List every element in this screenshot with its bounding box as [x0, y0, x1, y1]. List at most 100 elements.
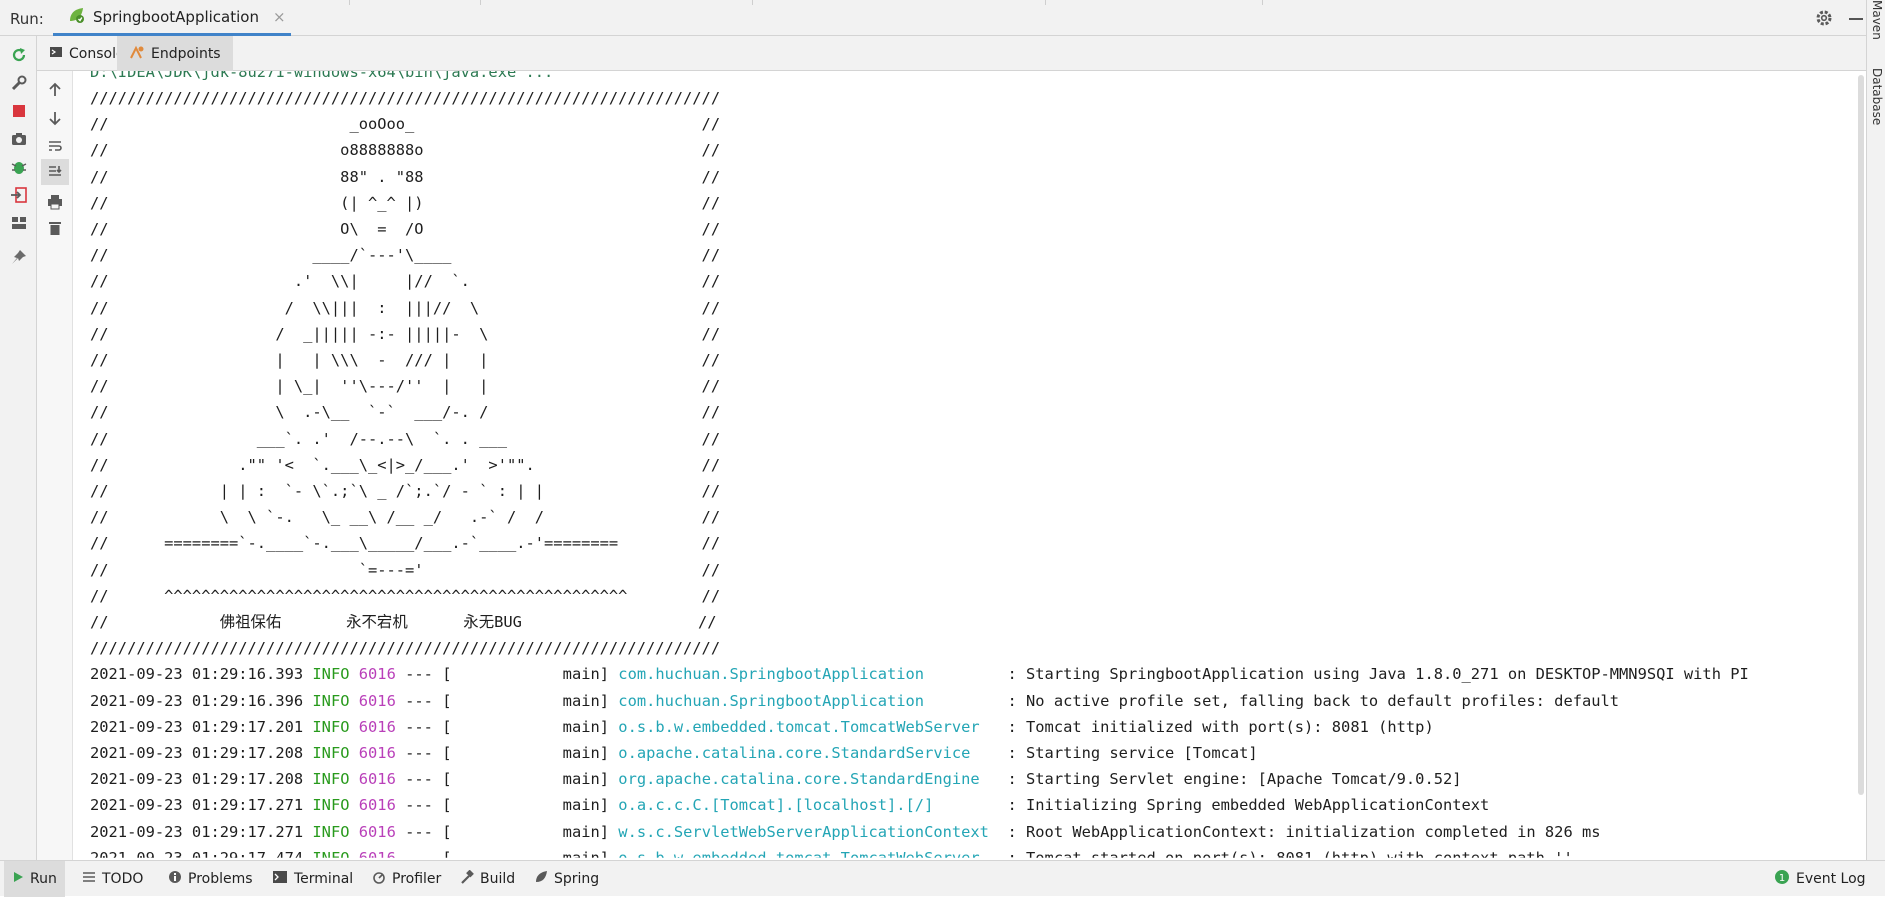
log-thread: main]	[460, 717, 610, 736]
log-line: 2021-09-23 01:29:17.208 INFO 6016 --- [ …	[90, 740, 1258, 766]
banner-line: // / \\||| : |||// \ //	[90, 298, 721, 317]
log-pid: 6016	[358, 744, 396, 762]
log-message: : No active profile set, falling back to…	[1007, 691, 1620, 710]
log-level: INFO	[312, 717, 350, 736]
divider	[1262, 0, 1263, 5]
log-separator: --- [	[405, 848, 452, 860]
log-level: INFO	[312, 770, 350, 789]
log-line: 2021-09-23 01:29:17.208 INFO 6016 --- [ …	[90, 766, 1462, 792]
database-tool-button[interactable]: Database	[1870, 68, 1884, 125]
banner-line: // \ .-\__ `-` ___/-. / //	[90, 403, 721, 422]
tool-profiler[interactable]: Profiler	[364, 861, 449, 897]
tab-endpoints-label: Endpoints	[151, 45, 221, 62]
tool-terminal[interactable]: Terminal	[264, 861, 361, 897]
log-level: INFO	[312, 822, 350, 841]
log-separator: --- [	[405, 796, 452, 815]
log-logger[interactable]: o.s.b.w.embedded.tomcat.TomcatWebServer	[618, 849, 998, 858]
hammer-icon	[460, 869, 474, 888]
tool-spring[interactable]: Spring	[526, 861, 607, 897]
tool-event-log[interactable]: 1 Event Log	[1766, 861, 1874, 897]
exit-icon[interactable]	[8, 184, 30, 206]
log-level: INFO	[312, 744, 350, 762]
log-pid: 6016	[358, 796, 396, 815]
svg-text:1: 1	[1779, 873, 1785, 884]
log-logger[interactable]: o.a.c.c.C.[Tomcat].[localhost].[/]	[618, 796, 998, 814]
stop-icon[interactable]	[8, 100, 30, 122]
spring-leaf-icon	[534, 870, 548, 888]
arrow-down-icon[interactable]	[44, 107, 66, 129]
log-thread: main]	[460, 744, 610, 762]
console-output[interactable]: D:\IDEA\JDK\jdk-8u271-windows-x64\bin\ja…	[74, 71, 1866, 860]
trash-icon[interactable]	[44, 217, 66, 239]
camera-icon[interactable]	[8, 128, 30, 150]
log-thread: main]	[460, 691, 610, 710]
log-timestamp: 2021-09-23 01:29:17.208	[90, 744, 304, 762]
tool-run[interactable]: Run	[4, 861, 65, 897]
console-icon	[49, 45, 63, 63]
log-thread: main]	[460, 770, 610, 789]
tool-problems[interactable]: Problems	[160, 861, 261, 897]
log-level: INFO	[312, 848, 350, 860]
banner-line: // .' \\| |// `. //	[90, 272, 721, 291]
log-logger[interactable]: o.apache.catalina.core.StandardService	[618, 744, 998, 762]
log-timestamp: 2021-09-23 01:29:16.393	[90, 665, 304, 684]
log-thread: main]	[460, 822, 610, 841]
log-level: INFO	[312, 796, 350, 815]
debug-bug-icon[interactable]	[8, 156, 30, 178]
tab-endpoints[interactable]: Endpoints	[117, 36, 233, 71]
pin-icon[interactable]	[8, 246, 30, 268]
run-icon	[12, 871, 24, 887]
minimize-icon[interactable]	[1849, 18, 1863, 20]
log-logger[interactable]: w.s.c.ServletWebServerApplicationContext	[618, 823, 998, 841]
tool-window-bar: Run TODO Problems Terminal Profiler Buil…	[0, 860, 1885, 897]
print-icon[interactable]	[44, 191, 66, 213]
arrow-up-icon[interactable]	[44, 79, 66, 101]
wrench-icon[interactable]	[8, 72, 30, 94]
banner-line: // o8888888o //	[90, 141, 721, 160]
log-line: 2021-09-23 01:29:16.393 INFO 6016 --- [ …	[90, 661, 1749, 687]
banner-line: // _ooOoo_ //	[90, 115, 721, 134]
log-logger[interactable]: org.apache.catalina.core.StandardEngine	[618, 770, 998, 788]
banner-line: // (| ^_^ |) //	[90, 193, 721, 212]
log-message: : Initializing Spring embedded WebApplic…	[1007, 796, 1490, 815]
log-line: 2021-09-23 01:29:17.474 INFO 6016 --- [ …	[90, 845, 1573, 860]
log-separator: --- [	[405, 744, 452, 762]
log-pid: 6016	[358, 717, 396, 736]
close-tab-icon[interactable]: ×	[273, 8, 286, 26]
log-thread: main]	[460, 665, 610, 684]
scroll-to-end-icon[interactable]	[41, 159, 69, 185]
log-message: : Starting SpringbootApplication using J…	[1007, 665, 1749, 684]
banner-line: // 88" . "88 //	[90, 167, 721, 186]
log-message: : Starting Servlet engine: [Apache Tomca…	[1007, 770, 1462, 789]
log-pid: 6016	[358, 691, 396, 710]
log-timestamp: 2021-09-23 01:29:17.271	[90, 796, 304, 815]
scrollbar-thumb[interactable]	[1858, 75, 1864, 795]
banner-line: // O\ = /O //	[90, 220, 721, 238]
log-logger[interactable]: com.huchuan.SpringbootApplication	[618, 692, 998, 710]
tool-build[interactable]: Build	[452, 861, 523, 897]
gear-icon[interactable]	[1815, 9, 1833, 27]
event-log-icon: 1	[1774, 869, 1790, 889]
run-config-tab[interactable]: SpringbootApplication ×	[53, 0, 291, 36]
maven-tool-button[interactable]: Maven	[1870, 0, 1884, 40]
console-command-line: D:\IDEA\JDK\jdk-8u271-windows-x64\bin\ja…	[90, 71, 554, 81]
log-line: 2021-09-23 01:29:17.271 INFO 6016 --- [ …	[90, 819, 1601, 845]
log-logger[interactable]: o.s.b.w.embedded.tomcat.TomcatWebServer	[618, 718, 998, 736]
log-timestamp: 2021-09-23 01:29:17.208	[90, 770, 304, 789]
log-separator: --- [	[405, 665, 452, 684]
run-label: Run:	[10, 10, 44, 28]
log-logger[interactable]: com.huchuan.SpringbootApplication	[618, 665, 998, 683]
banner-line: // \ \ `-. \_ __\ /__ _/ .-` / / //	[90, 508, 721, 527]
layout-icon[interactable]	[8, 212, 30, 234]
tool-todo[interactable]: TODO	[74, 861, 151, 897]
log-line: 2021-09-23 01:29:17.271 INFO 6016 --- [ …	[90, 792, 1489, 818]
rerun-icon[interactable]	[8, 44, 30, 66]
endpoints-icon	[129, 44, 145, 64]
log-line: 2021-09-23 01:29:16.396 INFO 6016 --- [ …	[90, 688, 1619, 714]
tool-profiler-label: Profiler	[392, 871, 442, 887]
sub-tab-bar: Console Endpoints	[37, 36, 1866, 71]
soft-wrap-icon[interactable]	[44, 135, 66, 157]
console-toolbar	[37, 71, 73, 860]
run-config-tab-title: SpringbootApplication	[93, 7, 259, 26]
tool-event-log-label: Event Log	[1796, 871, 1866, 887]
